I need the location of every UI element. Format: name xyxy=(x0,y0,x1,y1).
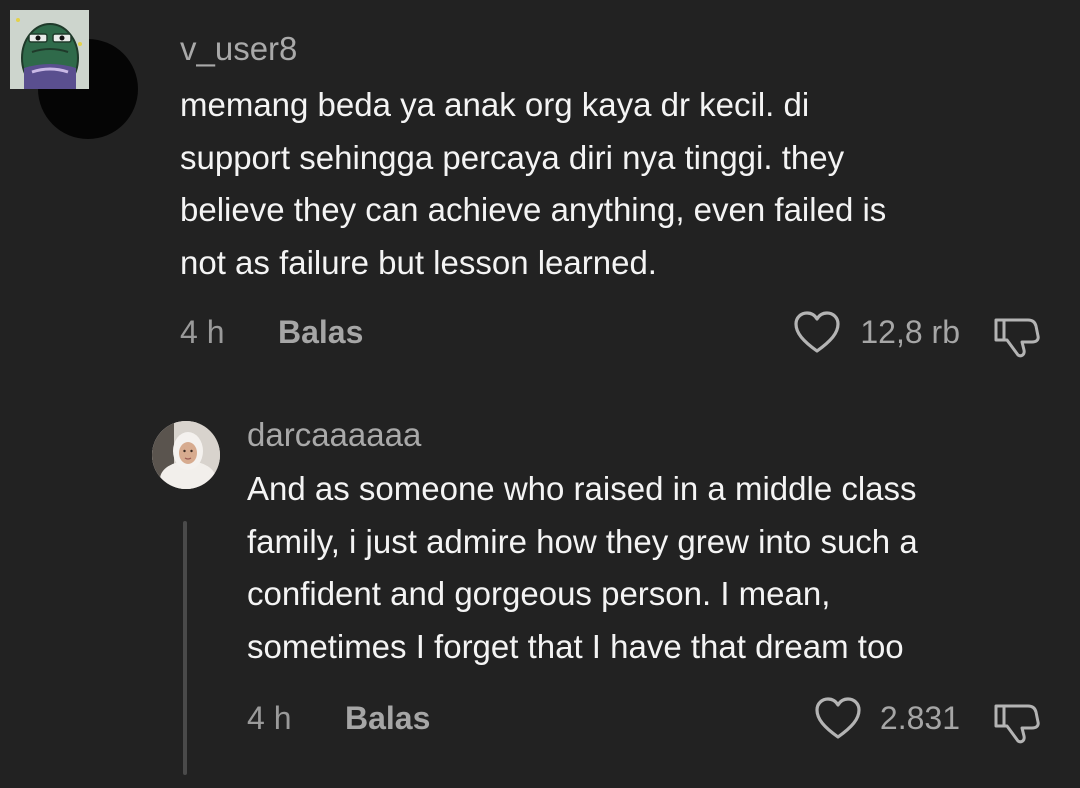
like-count: 12,8 rb xyxy=(860,314,960,350)
comment-text-line: believe they can achieve anything, even … xyxy=(180,191,887,228)
reply-button[interactable]: Balas xyxy=(345,700,430,736)
comment-text-line: memang beda ya anak org kaya dr kecil. d… xyxy=(180,86,810,123)
comment-text-line: And as someone who raised in a middle cl… xyxy=(247,470,917,507)
comment-text-line: not as failure but lesson learned. xyxy=(180,243,657,281)
comment-text-line: confident and gorgeous person. I mean, xyxy=(247,575,831,612)
comment-username[interactable]: v_user8 xyxy=(180,30,297,68)
heart-outline-icon[interactable] xyxy=(814,696,862,747)
reply-button[interactable]: Balas xyxy=(278,314,363,350)
heart-icon-graphic xyxy=(794,311,840,353)
sticker-image xyxy=(10,10,89,89)
like-count: 2.831 xyxy=(879,700,960,736)
heart-icon-graphic xyxy=(815,697,861,739)
thumbs-down-outline-icon[interactable] xyxy=(992,310,1042,365)
avatar-photo xyxy=(152,421,220,489)
comment-text-line: family, i just admire how they grew into… xyxy=(247,522,918,560)
dislike-icon-graphic xyxy=(994,704,1040,744)
profile-photo-avatar[interactable] xyxy=(152,421,220,489)
thread-line xyxy=(183,521,187,775)
cartoon-sticker-avatar[interactable] xyxy=(10,10,89,89)
comment-timestamp: 4 h xyxy=(247,700,292,736)
dislike-icon-graphic xyxy=(994,318,1040,358)
comment-text-line: sometimes I forget that I have that drea… xyxy=(247,627,904,665)
heart-outline-icon[interactable] xyxy=(793,310,841,361)
comment-timestamp: 4 h xyxy=(180,314,225,350)
thumbs-down-outline-icon[interactable] xyxy=(992,696,1042,751)
comment-text: memang beda ya anak org kaya dr kecil. d… xyxy=(180,79,886,289)
comment-username[interactable]: darcaaaaaa xyxy=(247,416,421,454)
comment-text: And as someone who raised in a middle cl… xyxy=(247,463,918,673)
comment-thread: v_user8 memang beda ya anak org kaya dr … xyxy=(0,0,1080,788)
comment-text-line: support sehingga percaya diri nya tinggi… xyxy=(180,138,845,176)
